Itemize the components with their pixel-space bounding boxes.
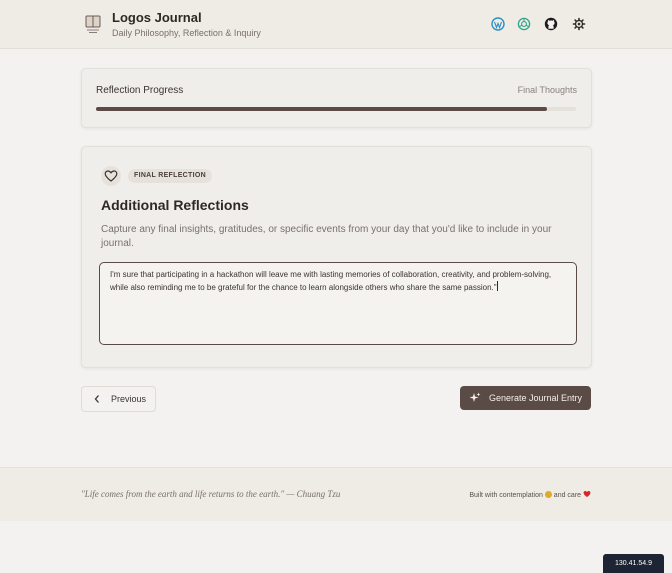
wordpress-icon[interactable] [491, 17, 505, 31]
footer-quote: "Life comes from the earth and life retu… [81, 489, 341, 499]
ip-address-badge: 130.41.54.9 [603, 554, 664, 573]
reflection-textarea[interactable]: I'm sure that participating in a hackath… [99, 262, 577, 345]
generate-journal-button[interactable]: Generate Journal Entry [460, 386, 591, 410]
app-subtitle: Daily Philosophy, Reflection & Inquiry [112, 28, 261, 38]
red-heart-icon [583, 491, 591, 498]
heart-icon [104, 170, 118, 182]
settings-icon[interactable] [572, 17, 586, 31]
app-title: Logos Journal [112, 10, 202, 25]
page-footer: "Life comes from the earth and life retu… [0, 467, 672, 521]
generate-button-label: Generate Journal Entry [489, 393, 583, 403]
chevron-left-icon [94, 395, 99, 403]
reflection-card: FINAL REFLECTION Additional Reflections … [81, 146, 592, 368]
footer-credit: Built with contemplation and care [469, 490, 591, 499]
previous-button-label: Previous [111, 394, 147, 404]
reflection-text: I'm sure that participating in a hackath… [110, 270, 552, 292]
text-caret [496, 281, 498, 291]
sparkles-icon [469, 392, 481, 402]
progress-bar [96, 107, 576, 111]
smile-emoji-icon [544, 491, 552, 498]
progress-label: Reflection Progress [96, 85, 184, 96]
credit-and: and care [553, 492, 582, 499]
app-header: Logos Journal Daily Philosophy, Reflecti… [0, 0, 672, 49]
previous-button[interactable]: Previous [81, 386, 156, 412]
section-title: Additional Reflections [101, 197, 249, 213]
section-badge: FINAL REFLECTION [128, 169, 212, 183]
progress-bar-fill [96, 107, 548, 111]
progress-card: Reflection Progress Final Thoughts [81, 68, 592, 128]
book-logo-icon [85, 15, 101, 33]
progress-step-label: Final Thoughts [517, 85, 577, 95]
section-description: Capture any final insights, gratitudes, … [101, 224, 552, 249]
heart-badge [101, 166, 121, 186]
credit-prefix: Built with contemplation [469, 492, 543, 499]
openai-icon[interactable] [517, 17, 531, 31]
github-icon[interactable] [544, 17, 558, 31]
